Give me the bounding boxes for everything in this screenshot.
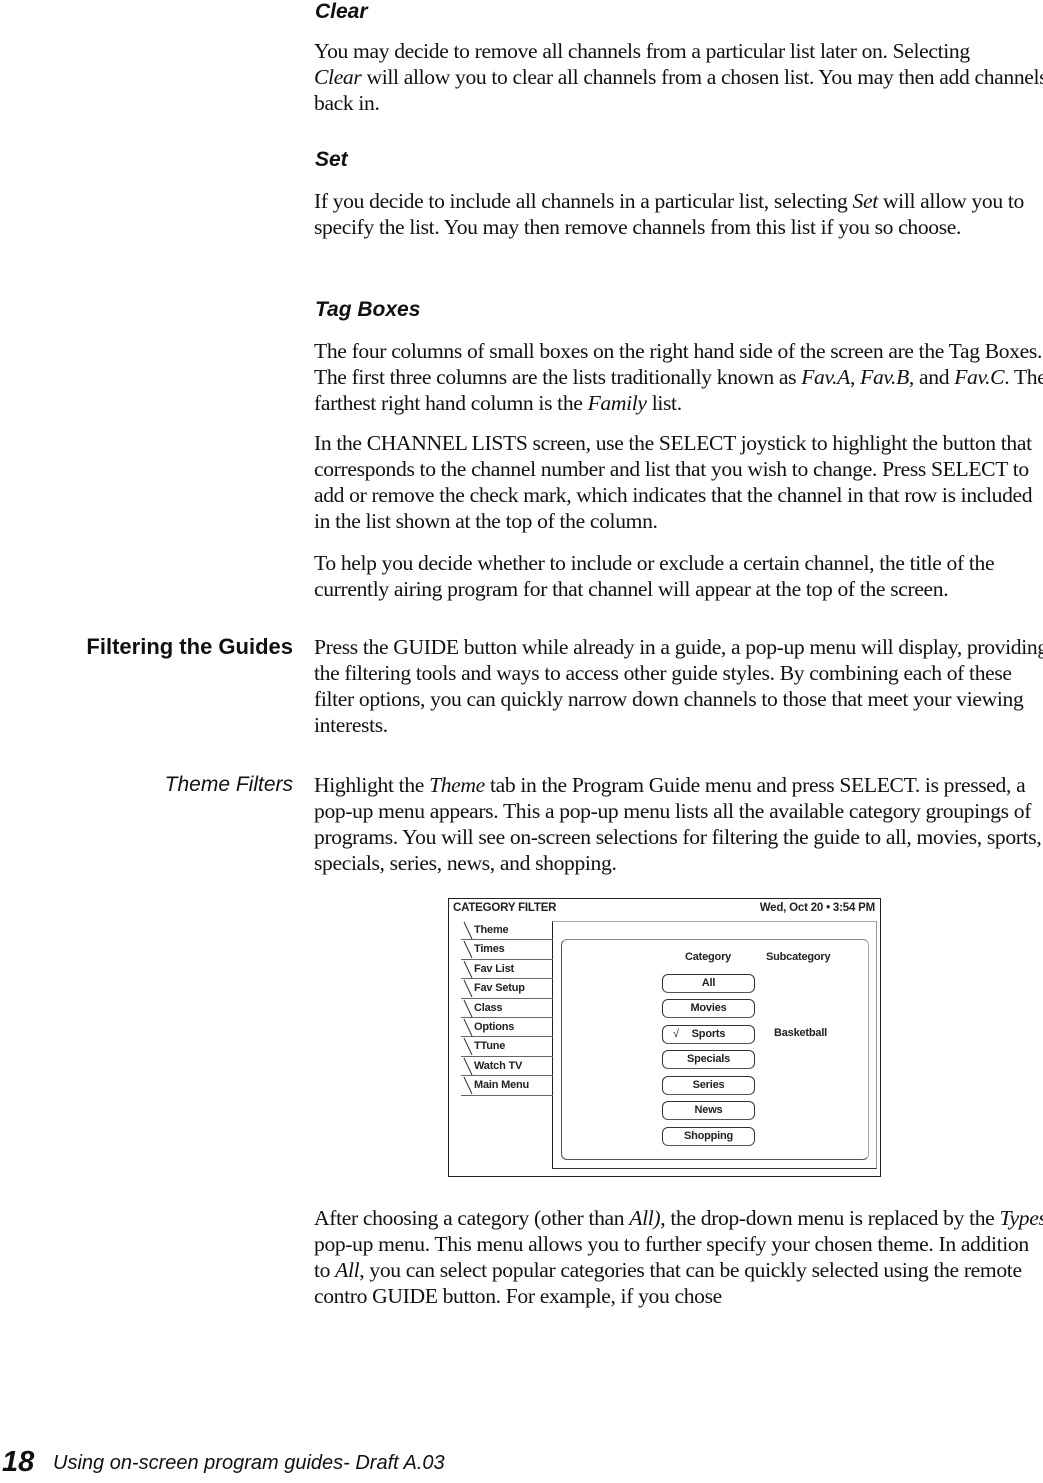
text: , and [908,365,955,389]
category-filter-screen: CATEGORY FILTER Wed, Oct 20 • 3:54 PM Th… [448,898,881,1177]
paragraph-theme-filters: Highlight the Theme tab in the Program G… [314,772,1043,876]
text: , [850,365,861,389]
screen-title: CATEGORY FILTER [453,902,557,914]
guide-tabs: Theme Times Fav List Fav Setup Class Opt… [461,921,553,1096]
emphasis: Family [587,391,647,415]
category-button-movies[interactable]: Movies [662,999,755,1018]
tab-options[interactable]: Options [461,1018,553,1038]
text: , you can select popular categories that… [314,1258,1022,1308]
tab-label: TTune [474,1040,506,1053]
emphasis: Fav.C [954,365,1005,389]
text: , the drop-down menu is replaced by the [660,1206,1000,1230]
tab-edge-icon [463,941,473,959]
subcategory-value: Basketball [774,1027,828,1039]
tab-label: Options [474,1020,515,1033]
text: After choosing a category (other than [314,1206,630,1230]
button-label: Specials [686,1053,731,1065]
tab-edge-icon [463,1076,473,1095]
category-button-news[interactable]: News [662,1101,755,1120]
tab-label: Fav List [474,962,514,975]
tab-main-menu[interactable]: Main Menu [461,1076,553,1096]
category-button-series[interactable]: Series [662,1076,755,1095]
emphasis: Types [999,1206,1043,1230]
emphasis: Theme [429,773,485,797]
tab-times[interactable]: Times [461,940,553,960]
button-label: All [701,977,716,989]
paragraph-tag-boxes-2: In the CHANNEL LISTS screen, use the SEL… [314,431,1033,533]
text: If you decide to include all channels in… [314,189,853,213]
paragraph-tag-boxes-1: The four columns of small boxes on the r… [314,338,1043,416]
screen-datetime: Wed, Oct 20 • 3:54 PM [759,902,875,914]
tab-theme[interactable]: Theme [461,921,553,941]
tab-ttune[interactable]: TTune [461,1037,553,1057]
emphasis: Fav.A [801,365,850,389]
heading-clear: Clear [315,0,368,23]
paragraph-filtering: Press the GUIDE button while already in … [314,635,1043,737]
button-label: Shopping [683,1130,734,1142]
tab-fav-setup[interactable]: Fav Setup [461,979,553,999]
text: You may decide to remove all channels fr… [314,39,970,63]
heading-tag-boxes: Tag Boxes [315,298,421,321]
emphasis: Clear [314,65,362,89]
category-column-header: Category [685,951,732,963]
button-label: News [694,1104,723,1116]
button-label: Series [692,1079,725,1091]
category-button-shopping[interactable]: Shopping [662,1127,755,1146]
button-label: Movies [690,1002,727,1014]
page-number: 18 [2,1446,35,1478]
tab-edge-icon [463,999,473,1017]
side-heading-theme-filters: Theme Filters [164,773,293,796]
category-button-sports[interactable]: √ Sports [662,1025,755,1044]
category-button-specials[interactable]: Specials [662,1050,755,1069]
running-title: Using on-screen program guides- Draft A.… [53,1452,445,1474]
text: will allow you to clear all channels fro… [314,65,1043,115]
tab-fav-list[interactable]: Fav List [461,960,553,980]
tab-edge-icon [463,960,473,978]
tab-edge-icon [463,1038,473,1056]
button-label: Sports [691,1028,726,1040]
heading-set: Set [315,148,348,171]
tab-edge-icon [463,1057,473,1075]
tab-label: Fav Setup [474,982,525,995]
tab-edge-icon [463,1018,473,1037]
paragraph-clear: You may decide to remove all channels fr… [314,38,1043,116]
tab-edge-icon [463,921,473,940]
emphasis: Set [852,189,879,213]
subcategory-column-header: Subcategory [766,951,831,963]
emphasis: All) [629,1206,661,1230]
text: Highlight the [314,773,430,797]
tab-label: Watch TV [474,1059,523,1072]
tab-label: Main Menu [474,1079,530,1092]
emphasis: Fav.B [860,365,909,389]
paragraph-after-category: After choosing a category (other than Al… [314,1205,1043,1309]
paragraph-tag-boxes-3: To help you decide whether to include or… [314,551,995,601]
emphasis: All [335,1258,360,1282]
category-button-all[interactable]: All [662,974,755,993]
tab-class[interactable]: Class [461,999,553,1018]
text: list. [646,391,682,415]
tab-label: Times [474,943,505,956]
tab-watch-tv[interactable]: Watch TV [461,1057,553,1077]
check-icon: √ [673,1028,679,1040]
tab-edge-icon [463,979,473,998]
paragraph-set: If you decide to include all channels in… [314,188,1043,240]
tab-label: Theme [474,924,509,936]
tab-label: Class [474,1001,503,1014]
side-heading-filtering-the-guides: Filtering the Guides [86,634,293,659]
